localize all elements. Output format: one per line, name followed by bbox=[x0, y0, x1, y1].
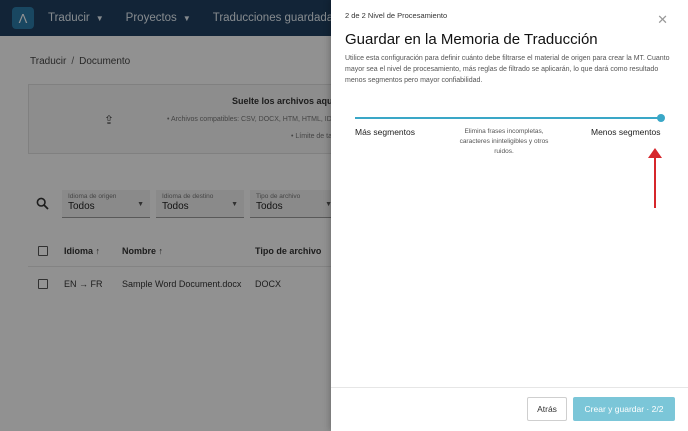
modal-backdrop[interactable] bbox=[0, 0, 331, 431]
back-button[interactable]: Atrás bbox=[527, 397, 567, 421]
slider-label-fewer-segments: Menos segmentos bbox=[591, 127, 661, 137]
processing-level-slider[interactable] bbox=[355, 112, 665, 124]
step-indicator: 2 de 2 Nivel de Procesamiento bbox=[345, 11, 448, 20]
close-icon[interactable]: ✕ bbox=[657, 12, 668, 28]
footer-divider bbox=[331, 387, 688, 388]
slider-label-more-segments: Más segmentos bbox=[355, 127, 415, 137]
slider-label-description: Elimina frases incompletas, caracteres i… bbox=[459, 128, 549, 155]
slider-track[interactable] bbox=[355, 117, 661, 119]
annotation-arrow-icon bbox=[648, 148, 662, 208]
save-tm-panel: 2 de 2 Nivel de Procesamiento ✕ Guardar … bbox=[331, 0, 688, 431]
panel-description: Utilice esta configuración para definir … bbox=[345, 55, 670, 84]
create-and-save-button[interactable]: Crear y guardar · 2/2 bbox=[573, 397, 675, 421]
panel-title: Guardar en la Memoria de Traducción bbox=[345, 31, 598, 48]
slider-thumb[interactable] bbox=[657, 114, 665, 122]
